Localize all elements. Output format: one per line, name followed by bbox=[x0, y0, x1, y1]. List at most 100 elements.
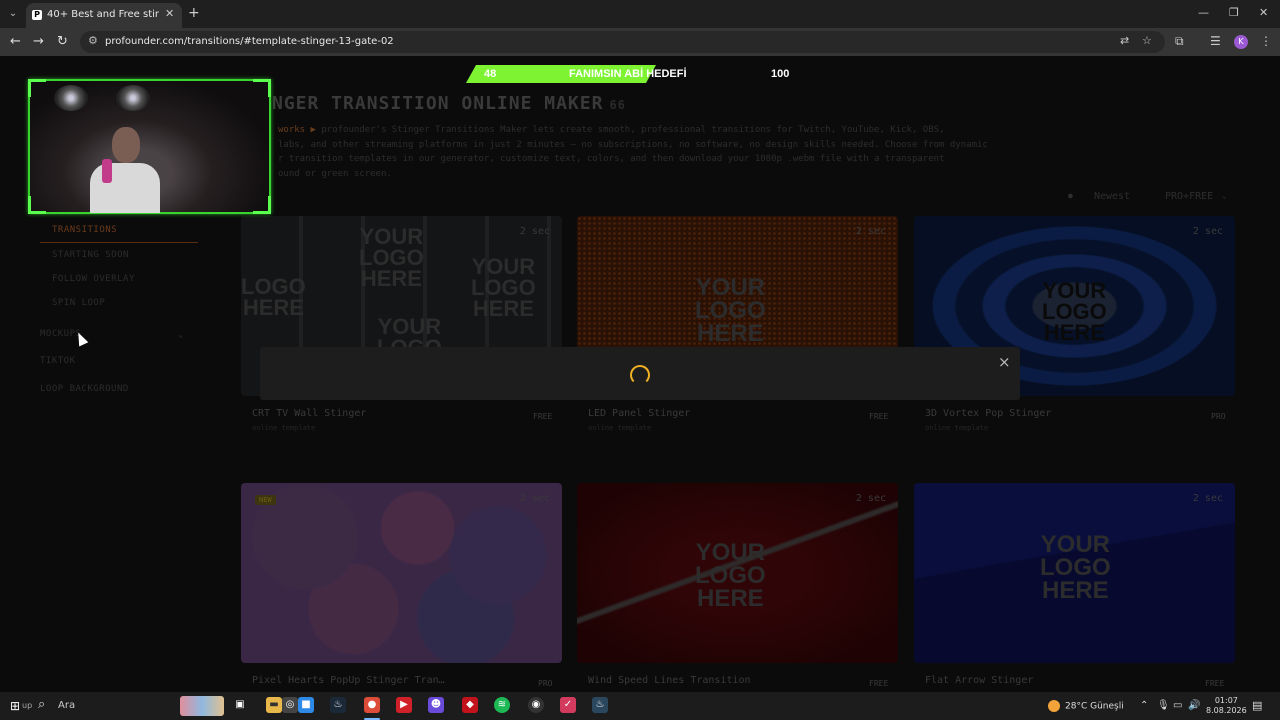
clock-date: 8.08.2026 bbox=[1206, 706, 1247, 715]
card-title[interactable]: 3D Vortex Pop Stinger bbox=[925, 408, 1051, 419]
sidebar-item-spin-loop[interactable]: SPIN LOOP bbox=[52, 298, 105, 308]
mockups-chevron-down-icon[interactable]: ⌄ bbox=[178, 330, 183, 340]
network-icon[interactable]: ▭ bbox=[1173, 700, 1182, 711]
streamer-body bbox=[90, 163, 160, 213]
tab-active[interactable]: P 40+ Best and Free stinger & Tr ✕ bbox=[26, 3, 182, 28]
card-title[interactable]: CRT TV Wall Stinger bbox=[252, 408, 366, 419]
streamer-head bbox=[112, 127, 140, 163]
back-icon[interactable]: ← bbox=[10, 34, 21, 49]
frame-corner bbox=[28, 196, 46, 214]
follower-goal-bar: 48 FANIMSIN ABİ HEDEFİ 100 bbox=[466, 65, 802, 83]
app-icon[interactable]: ◆ bbox=[462, 697, 478, 713]
extensions-icon[interactable]: ⧉ bbox=[1175, 34, 1184, 49]
sidebar-active-underline bbox=[40, 242, 198, 243]
sort-toggle-icon[interactable]: ● bbox=[1068, 191, 1073, 200]
reload-icon[interactable]: ↻ bbox=[57, 34, 68, 49]
window-close-icon[interactable]: ✕ bbox=[1259, 6, 1268, 19]
spotify-icon[interactable]: ≋ bbox=[494, 697, 510, 713]
card-subtitle: online template bbox=[925, 424, 989, 432]
tab-title: 40+ Best and Free stinger & Tr bbox=[47, 9, 159, 20]
sidebar-item-follow-overlay[interactable]: FOLLOW OVERLAY bbox=[52, 274, 135, 284]
sidebar-item-starting-soon[interactable]: STARTING SOON bbox=[52, 250, 129, 260]
webcam-overlay bbox=[28, 79, 271, 214]
profile-avatar[interactable]: K bbox=[1234, 35, 1248, 49]
intro-line-1: profounder's Stinger Transitions Maker l… bbox=[321, 125, 945, 135]
tab-search-icon[interactable]: ⌄ bbox=[4, 5, 22, 23]
frame-corner bbox=[28, 79, 46, 97]
search-placeholder: Ara bbox=[58, 700, 76, 711]
loading-spinner-icon bbox=[630, 365, 650, 385]
address-bar[interactable]: ⚙ profounder.com/transitions/#template-s… bbox=[80, 31, 1165, 53]
weather-text: 28°C Güneşli bbox=[1065, 701, 1124, 712]
search-highlight-widget[interactable] bbox=[180, 696, 224, 716]
card-badge: PRO bbox=[538, 679, 553, 688]
store-icon[interactable]: ■ bbox=[298, 697, 314, 713]
system-clock[interactable]: 01:07 8.08.2026 bbox=[1206, 696, 1247, 716]
page-title-text: NGER TRANSITION ONLINE MAKER bbox=[272, 93, 604, 114]
filter-chevron-down-icon[interactable]: ⌄ bbox=[1222, 191, 1227, 200]
goal-label: FANIMSIN ABİ HEDEFİ bbox=[569, 68, 687, 80]
reading-list-icon[interactable]: ☰ bbox=[1210, 34, 1221, 48]
site-info-icon[interactable]: ⚙ bbox=[88, 34, 98, 47]
app-icon[interactable]: ◎ bbox=[282, 697, 298, 713]
card-title[interactable]: Flat Arrow Stinger bbox=[925, 675, 1033, 686]
site-favicon-icon: P bbox=[32, 10, 42, 20]
sidebar-item-transitions[interactable]: TRANSITIONS bbox=[52, 225, 117, 235]
start-text: up bbox=[22, 701, 33, 710]
new-tab-button[interactable]: + bbox=[188, 5, 200, 21]
steam-icon[interactable]: ♨ bbox=[330, 697, 346, 713]
app-icon[interactable]: ✓ bbox=[560, 697, 576, 713]
tab-close-icon[interactable]: ✕ bbox=[165, 7, 174, 20]
card-badge: FREE bbox=[533, 412, 553, 421]
forward-icon[interactable]: → bbox=[33, 34, 44, 49]
logo-placeholder: YOUR LOGO HERE bbox=[1040, 531, 1111, 604]
weather-widget[interactable]: 28°C Güneşli bbox=[1048, 700, 1124, 712]
card-thumbnail[interactable]: NEW 2 sec bbox=[241, 483, 562, 663]
card-badge: PRO bbox=[1211, 412, 1226, 421]
clock-time: 01:07 bbox=[1214, 696, 1238, 705]
duration-label: 2 sec bbox=[1192, 493, 1223, 504]
bookmark-star-icon[interactable]: ☆ bbox=[1142, 34, 1152, 47]
tray-chevron-up-icon[interactable]: ⌃ bbox=[1140, 700, 1148, 711]
card-title[interactable]: Wind Speed Lines Transition bbox=[588, 675, 751, 686]
file-explorer-icon[interactable]: ▬ bbox=[266, 697, 282, 713]
sort-newest[interactable]: Newest bbox=[1094, 191, 1130, 202]
card-thumbnail[interactable]: YOUR LOGO HERE 2 sec bbox=[577, 483, 898, 663]
card-thumbnail[interactable]: YOUR LOGO HERE 2 sec bbox=[914, 483, 1235, 663]
frame-corner bbox=[253, 196, 271, 214]
menu-icon[interactable]: ⋮ bbox=[1260, 34, 1272, 48]
microphone-tray-icon[interactable]: 🎙 bbox=[1157, 700, 1170, 711]
browser-toolbar: ← → ↻ ⚙ profounder.com/transitions/#temp… bbox=[0, 28, 1280, 56]
duration-label: 2 sec bbox=[519, 493, 550, 504]
obs-icon[interactable]: ◉ bbox=[528, 697, 544, 713]
modal-close-button[interactable]: × bbox=[998, 353, 1011, 371]
notification-icon[interactable]: ▤ bbox=[1252, 699, 1262, 712]
card-title[interactable]: Pixel Hearts PopUp Stinger Tran… bbox=[252, 675, 445, 686]
goal-max: 100 bbox=[771, 68, 790, 80]
url-text[interactable]: profounder.com/transitions/#template-sti… bbox=[105, 36, 394, 47]
taskbar: ⊞ up ⌕ Ara ▣ ▬ ◎ ■ ♨ ● ▶ ☻ ◆ ≋ ◉ ✓ ♨ 28°… bbox=[0, 692, 1280, 720]
taskbar-search[interactable]: ⌕ Ara bbox=[32, 695, 172, 717]
wolf-emblem-icon bbox=[54, 85, 88, 111]
volume-icon[interactable]: 🔊 bbox=[1188, 700, 1200, 711]
windows-start-icon[interactable]: ⊞ bbox=[10, 699, 20, 713]
filter-pro-free[interactable]: PRO+FREE bbox=[1165, 191, 1213, 202]
microphone-icon bbox=[102, 159, 112, 183]
search-icon: ⌕ bbox=[38, 697, 46, 712]
logo-placeholder: YOUR LOGO HERE bbox=[695, 539, 766, 612]
sidebar-group-loop-background[interactable]: LOOP BACKGROUND bbox=[40, 384, 129, 394]
card-badge: FREE bbox=[869, 679, 889, 688]
steam-icon[interactable]: ♨ bbox=[592, 697, 608, 713]
translate-icon[interactable]: ⇄ bbox=[1120, 34, 1129, 47]
restore-icon[interactable]: ❐ bbox=[1229, 6, 1239, 19]
intro-highlight[interactable]: works ▶ bbox=[278, 125, 316, 135]
card-subtitle: online template bbox=[252, 424, 316, 432]
chrome-icon[interactable]: ● bbox=[364, 697, 380, 713]
discord-icon[interactable]: ☻ bbox=[428, 697, 444, 713]
wolf-emblem-icon bbox=[116, 85, 150, 111]
sidebar-group-tiktok[interactable]: TIKTOK bbox=[40, 356, 76, 366]
media-player-icon[interactable]: ▶ bbox=[396, 697, 412, 713]
card-title[interactable]: LED Panel Stinger bbox=[588, 408, 690, 419]
task-view-icon[interactable]: ▣ bbox=[232, 697, 248, 713]
minimize-icon[interactable]: — bbox=[1198, 6, 1209, 19]
